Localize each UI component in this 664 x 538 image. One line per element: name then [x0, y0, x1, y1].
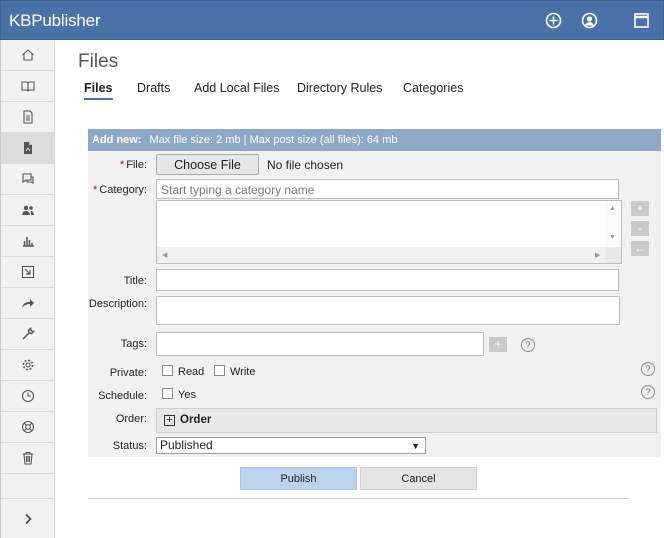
file-icon — [24, 142, 32, 154]
expand-plus-icon: + — [164, 415, 175, 426]
listbox-horizontal-scrollbar[interactable]: ◀ ▶ — [157, 247, 607, 263]
choose-file-button[interactable]: Choose File — [156, 154, 259, 175]
window-icon[interactable] — [632, 11, 650, 29]
chart-icon — [23, 237, 34, 247]
listbox-vertical-scrollbar[interactable]: ▲ ▼ — [605, 201, 621, 247]
sidebar-item-logs[interactable] — [1, 381, 55, 412]
dropdown-caret-icon: ▼ — [411, 441, 420, 451]
listbox-scroll-corner — [605, 247, 621, 263]
status-select[interactable]: Published ▼ — [156, 437, 426, 454]
tags-label: Tags: — [120, 338, 147, 350]
remove-category-button[interactable]: - — [631, 221, 649, 236]
document-icon — [23, 110, 33, 124]
sidebar-item-trash[interactable] — [1, 443, 55, 474]
divider — [88, 498, 628, 499]
category-listbox[interactable]: ▲ ▼ ◀ ▶ — [156, 200, 622, 264]
status-value: Published — [160, 438, 213, 452]
schedule-yes-label: Yes — [178, 389, 196, 401]
sidebar-item-articles[interactable] — [1, 71, 55, 102]
page-title: Files — [78, 51, 119, 72]
clock-icon — [21, 389, 35, 403]
user-icon[interactable] — [580, 11, 598, 29]
tab-add-local-files[interactable]: Add Local Files — [194, 81, 279, 100]
tab-files[interactable]: Files — [84, 81, 113, 100]
lifebuoy-icon — [21, 420, 35, 434]
sidebar-item-tools[interactable] — [1, 319, 55, 350]
private-label: Private: — [109, 367, 147, 379]
title-label: Title: — [123, 275, 147, 287]
category-back-button[interactable]: ← — [631, 241, 649, 256]
book-icon — [21, 81, 35, 92]
tags-help-icon[interactable]: ? — [521, 338, 535, 352]
users-icon — [22, 205, 34, 215]
no-file-chosen-text: No file chosen — [267, 158, 344, 172]
app-title: KBPublisher — [9, 11, 101, 30]
schedule-label: Schedule: — [98, 390, 147, 402]
sidebar-item-settings[interactable] — [1, 350, 55, 381]
publish-button[interactable]: Publish — [240, 467, 357, 490]
add-tag-button[interactable]: + — [489, 337, 507, 352]
top-bar: KBPublisher — [0, 0, 664, 40]
upload-limits: Max file size: 2 mb | Max post size (all… — [149, 134, 398, 146]
wrench-icon — [22, 327, 35, 340]
category-search-input[interactable]: Start typing a category name — [156, 179, 619, 199]
order-label: Order: — [115, 413, 147, 425]
order-toggle-label: Order — [180, 414, 212, 426]
sidebar-item-share[interactable] — [1, 288, 55, 319]
file-label: * File: — [119, 159, 147, 171]
private-read-checkbox[interactable] — [162, 365, 173, 376]
schedule-help-icon[interactable]: ? — [641, 385, 655, 399]
private-read-label: Read — [178, 366, 205, 378]
chevron-right-icon — [25, 513, 32, 524]
add-new-bar: Add new: Max file size: 2 mb | Max post s… — [88, 129, 661, 151]
tab-directory-rules[interactable]: Directory Rules — [297, 81, 382, 100]
private-help-icon[interactable]: ? — [641, 362, 655, 376]
status-label: Status: — [112, 440, 147, 452]
private-write-checkbox[interactable] — [214, 365, 225, 376]
tags-input[interactable] — [156, 332, 484, 356]
sidebar — [0, 40, 55, 538]
title-input[interactable] — [156, 269, 619, 291]
order-toggle[interactable]: + Order — [156, 408, 657, 433]
private-write-label: Write — [230, 366, 256, 378]
add-new-label: Add new: — [92, 134, 142, 146]
sidebar-item-documents[interactable] — [1, 102, 55, 133]
trash-icon — [23, 451, 33, 465]
share-icon — [22, 299, 34, 308]
schedule-checkbox[interactable] — [162, 388, 173, 399]
home-icon — [22, 49, 34, 61]
description-label: Description: — [88, 298, 147, 310]
sidebar-expand-button[interactable] — [1, 498, 55, 538]
sidebar-item-users[interactable] — [1, 195, 55, 226]
gear-icon — [22, 359, 34, 371]
tab-categories[interactable]: Categories — [403, 81, 463, 100]
import-icon — [21, 265, 35, 279]
sidebar-item-feedback[interactable] — [1, 164, 55, 195]
tab-drafts[interactable]: Drafts — [137, 81, 170, 100]
sidebar-item-home[interactable] — [1, 40, 55, 71]
plus-circle-icon[interactable] — [544, 11, 562, 29]
add-category-button[interactable]: + — [631, 201, 649, 216]
chat-icon — [22, 173, 34, 184]
description-textarea[interactable] — [156, 296, 620, 325]
sidebar-item-help[interactable] — [1, 412, 55, 443]
sidebar-item-reports[interactable] — [1, 226, 55, 257]
sidebar-item-import[interactable] — [1, 257, 55, 288]
sidebar-item-files[interactable] — [1, 133, 55, 164]
cancel-button[interactable]: Cancel — [360, 467, 477, 490]
category-label: * Category: — [93, 184, 147, 196]
